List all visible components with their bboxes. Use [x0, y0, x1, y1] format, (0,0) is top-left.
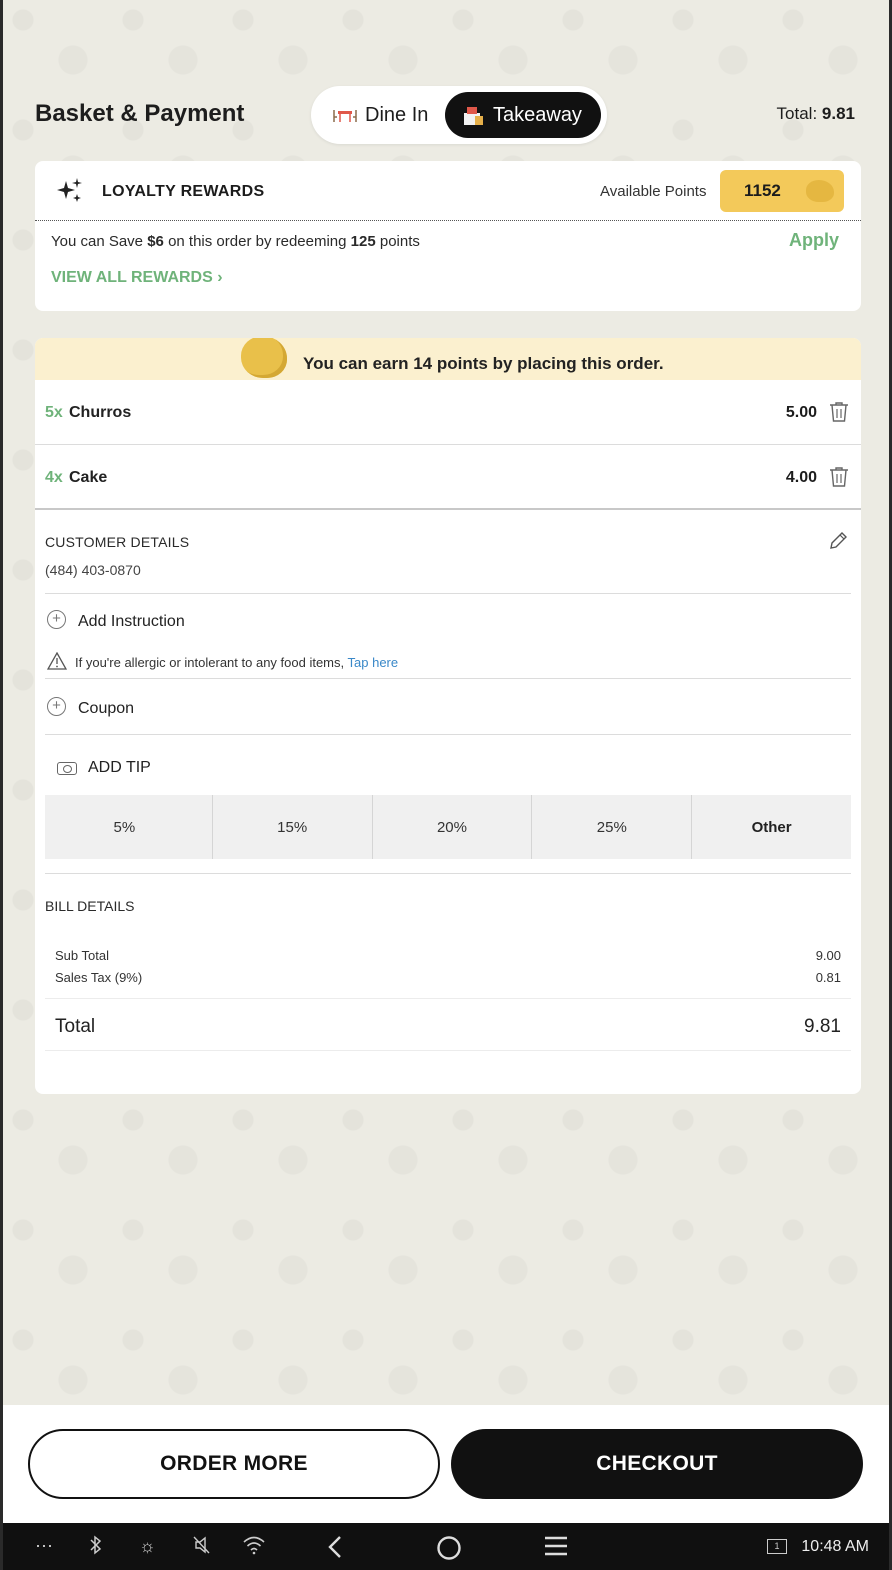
brightness-icon: ☼: [139, 1536, 156, 1556]
sparkle-icon: [57, 177, 83, 205]
dining-table-icon: [333, 104, 357, 126]
divider: [45, 998, 851, 999]
coupon-section[interactable]: + Coupon: [45, 679, 851, 735]
tip-section: ADD TIP 5% 15% 20% 25% Other: [45, 735, 851, 874]
wifi-icon: [243, 1535, 265, 1560]
total-value: 9.81: [804, 1016, 841, 1037]
divider: [45, 1050, 851, 1051]
tip-option-15[interactable]: 15%: [213, 795, 373, 859]
clock: 10:48 AM: [801, 1538, 869, 1555]
loyalty-title: LOYALTY REWARDS: [102, 183, 265, 200]
checkout-button[interactable]: CHECKOUT: [451, 1429, 863, 1499]
subtotal-row: Sub Total 9.00: [55, 948, 841, 963]
item-price: 5.00: [785, 404, 817, 421]
save-amount: $6: [147, 233, 164, 250]
cart-item-row: 4x Cake 4.00: [35, 445, 861, 510]
total-row: Total 9.81: [55, 1016, 841, 1038]
allergy-text: If you're allergic or intolerant to any …: [75, 655, 345, 670]
item-name: Churros: [69, 404, 132, 421]
add-instruction-button[interactable]: Add Instruction: [78, 613, 185, 631]
sales-tax-label: Sales Tax (9%): [55, 970, 143, 985]
menu-icon[interactable]: [544, 1535, 568, 1562]
subtotal-value: 9.00: [815, 948, 841, 963]
tip-option-other[interactable]: Other: [692, 795, 851, 859]
takeaway-option[interactable]: Takeaway: [445, 92, 601, 138]
bluetooth-icon: [89, 1535, 103, 1560]
back-icon[interactable]: [327, 1535, 343, 1564]
item-price: 4.00: [785, 469, 817, 486]
warning-icon: [46, 651, 68, 670]
tip-option-20[interactable]: 20%: [373, 795, 533, 859]
coupon-label[interactable]: Coupon: [78, 700, 134, 718]
allergy-notice: If you're allergic or intolerant to any …: [75, 655, 398, 670]
bottom-action-bar: ORDER MORE CHECKOUT: [3, 1405, 889, 1523]
order-more-button[interactable]: ORDER MORE: [28, 1429, 440, 1499]
item-name: Cake: [69, 469, 108, 486]
header: Basket & Payment Dine In Takeaway Total:…: [3, 84, 889, 146]
customer-phone: (484) 403-0870: [45, 562, 141, 578]
sales-tax-value: 0.81: [815, 970, 841, 985]
earn-points-text: You can earn 14 points by placing this o…: [303, 354, 664, 373]
screen-icon: 1: [767, 1539, 787, 1554]
cart-item-row: 5x Churros 5.00: [35, 380, 861, 445]
subtotal-label: Sub Total: [55, 948, 109, 963]
save-prefix: You can Save: [51, 233, 144, 250]
app-frame: Basket & Payment Dine In Takeaway Total:…: [0, 0, 892, 1570]
plus-circle-icon[interactable]: +: [47, 697, 66, 716]
trash-icon[interactable]: [829, 401, 849, 423]
dine-in-label: Dine In: [365, 103, 429, 126]
cash-icon: [57, 762, 77, 775]
item-quantity: 4x: [45, 469, 63, 486]
instruction-section: + Add Instruction If you're allergic or …: [45, 594, 851, 679]
takeaway-bag-icon: [461, 104, 485, 126]
total-label: Total: [55, 1016, 96, 1037]
pencil-icon[interactable]: [827, 530, 849, 552]
header-total-value: 9.81: [821, 104, 855, 123]
available-points-label: Available Points: [600, 183, 707, 200]
item-quantity: 5x: [45, 404, 63, 421]
add-tip-title: ADD TIP: [88, 759, 151, 776]
save-suffix: points: [379, 233, 420, 250]
save-points: 125: [350, 233, 376, 250]
points-value: 1152: [744, 181, 781, 200]
view-all-rewards-link[interactable]: VIEW ALL REWARDS ›: [51, 269, 223, 287]
takeaway-label: Takeaway: [493, 103, 582, 126]
chevron-right-icon: ›: [217, 269, 223, 286]
view-all-label: VIEW ALL REWARDS: [51, 269, 213, 286]
allergy-tap-here-link[interactable]: Tap here: [348, 655, 399, 670]
chick-icon: [806, 180, 834, 202]
tip-option-5[interactable]: 5%: [45, 795, 213, 859]
sales-tax-row: Sales Tax (9%) 0.81: [55, 970, 841, 985]
save-middle: on this order by redeeming: [168, 233, 347, 250]
dine-in-option[interactable]: Dine In: [323, 92, 445, 138]
more-dots-icon[interactable]: ⋯: [35, 1535, 53, 1557]
earn-points-banner: You can earn 14 points by placing this o…: [35, 338, 861, 380]
order-mode-toggle: Dine In Takeaway: [311, 86, 607, 144]
plus-circle-icon[interactable]: +: [47, 610, 66, 629]
points-badge: 1152: [720, 170, 844, 212]
header-total: Total: 9.81: [777, 104, 855, 124]
bill-details-section: BILL DETAILS Sub Total 9.00 Sales Tax (9…: [45, 874, 851, 1094]
header-total-label: Total:: [776, 104, 818, 123]
mute-icon: [193, 1535, 211, 1560]
bill-details-label: BILL DETAILS: [45, 898, 135, 914]
order-card: You can earn 14 points by placing this o…: [35, 338, 861, 1094]
system-navigation-bar: ⋯ ☼ 1 10:48 AM: [3, 1523, 889, 1570]
tip-options: 5% 15% 20% 25% Other: [45, 795, 851, 859]
home-icon[interactable]: [436, 1535, 462, 1566]
customer-details-section: CUSTOMER DETAILS (484) 403-0870: [45, 512, 851, 594]
trash-icon[interactable]: [829, 466, 849, 488]
chick-icon: [241, 338, 287, 378]
customer-details-label: CUSTOMER DETAILS: [45, 534, 190, 550]
save-message: You can Save $6 on this order by redeemi…: [51, 233, 420, 250]
page-title: Basket & Payment: [35, 100, 245, 127]
apply-button[interactable]: Apply: [789, 230, 839, 251]
tip-option-25[interactable]: 25%: [532, 795, 693, 859]
loyalty-rewards-card: LOYALTY REWARDS Available Points 1152 Yo…: [35, 161, 861, 311]
loyalty-header: LOYALTY REWARDS Available Points 1152: [35, 161, 861, 221]
